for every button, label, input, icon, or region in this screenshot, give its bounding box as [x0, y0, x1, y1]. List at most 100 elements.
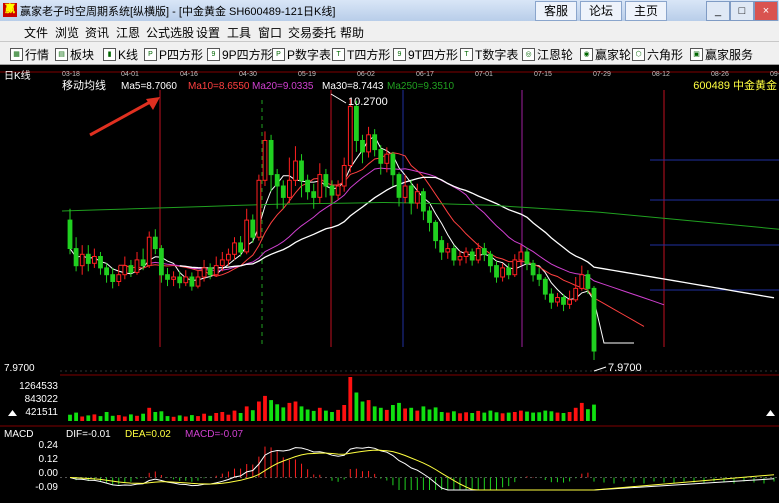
toolbar-winner-wheel[interactable]: ◉ 赢家轮: [580, 46, 631, 63]
maximize-icon[interactable]: □: [730, 1, 754, 21]
kline-chart-svg[interactable]: 03-18 04-01 04-16 04-30 05-19 06-02 06-17 07-01…: [0, 65, 779, 500]
toolbar-service[interactable]: ▣ 赢家服务: [690, 46, 753, 63]
candle-body: [85, 253, 91, 264]
candle-body: [469, 251, 475, 261]
date-label: 03-18: [62, 71, 80, 78]
9p-square-icon: 9: [207, 48, 220, 61]
menu-news[interactable]: 资讯: [85, 24, 109, 41]
volume-bar: [452, 411, 456, 421]
volume-bar: [202, 413, 206, 421]
volume-bar: [439, 412, 444, 421]
macd-axis-label: 0.24: [39, 440, 59, 451]
toolbar-t-square[interactable]: T T四方形: [332, 46, 390, 63]
volume-bar: [330, 412, 334, 421]
menu-browse[interactable]: 浏览: [55, 24, 79, 41]
candle-body: [323, 174, 329, 187]
candle-body: [146, 236, 152, 267]
date-label: 06-17: [416, 71, 434, 78]
toolbar-p-table[interactable]: P P数字表: [272, 46, 331, 63]
volume-bar: [427, 409, 432, 421]
candle-body: [372, 134, 378, 151]
toolbar-hexagon[interactable]: ⬡ 六角形: [632, 46, 683, 63]
volume-bar: [299, 406, 304, 421]
candle-body: [530, 262, 536, 276]
volume-bar: [226, 414, 231, 421]
macd-axis-label: 0.12: [39, 454, 59, 465]
volume-bar: [135, 415, 139, 421]
menu-gann[interactable]: 江恩: [116, 24, 140, 41]
minimize-icon[interactable]: _: [706, 1, 730, 21]
toolbar-p-square[interactable]: P P四方形: [144, 46, 203, 63]
candle-body: [183, 276, 189, 284]
volume-bar: [525, 411, 529, 421]
volume-bar: [391, 405, 395, 421]
volume-bar: [153, 412, 158, 421]
volume-bar: [561, 413, 566, 421]
toolbar-9t-square[interactable]: 9 9T四方形: [393, 46, 458, 63]
toolbar-gann-wheel[interactable]: ◎ 江恩轮: [522, 46, 573, 63]
volume-axis-label: 1264533: [19, 381, 58, 392]
volume-bar: [305, 409, 310, 421]
candle-body: [140, 259, 146, 267]
winner-wheel-icon: ◉: [580, 48, 593, 61]
candle-body: [305, 179, 311, 193]
candle-body: [384, 153, 390, 164]
volume-bar: [476, 410, 481, 421]
menu-formula-screen[interactable]: 公式选股: [146, 24, 194, 41]
volume-bar: [366, 400, 371, 421]
toolbar-sectors[interactable]: ▤ 板块: [55, 46, 94, 63]
volume-bar: [80, 416, 85, 421]
volume-bar: [116, 415, 121, 421]
candle-body: [195, 276, 201, 287]
menu-window[interactable]: 窗口: [258, 24, 282, 41]
menu-help[interactable]: 帮助: [340, 24, 364, 41]
candle-body: [110, 274, 116, 282]
toolbar-kline[interactable]: ▮ K线: [103, 46, 138, 63]
candle-body: [463, 251, 469, 257]
volume-bar: [110, 415, 115, 421]
toolbar-t-table[interactable]: T T数字表: [460, 46, 518, 63]
candle-body: [73, 248, 79, 267]
volume-bar: [421, 406, 426, 421]
ma-legend-item: Ma250=9.3510: [387, 81, 454, 92]
candle-body: [536, 274, 542, 280]
volume-bar: [232, 410, 237, 421]
volume-bar: [250, 410, 255, 421]
candle-body: [555, 297, 560, 303]
forum-button[interactable]: 论坛: [580, 1, 622, 21]
menu-tools[interactable]: 工具: [227, 24, 251, 41]
volume-bar: [360, 401, 365, 421]
volume-bar: [244, 406, 249, 421]
high-annotation: 10.2700: [348, 96, 388, 108]
volume-bar: [409, 407, 414, 421]
volume-bar: [378, 407, 383, 421]
volume-bar: [263, 395, 267, 421]
date-label: 04-30: [239, 71, 257, 78]
candle-body: [445, 248, 451, 253]
candle-body: [347, 105, 353, 166]
candle-body: [396, 174, 402, 198]
close-icon[interactable]: ×: [754, 1, 778, 21]
candle-body: [475, 248, 481, 261]
volume-bar: [586, 409, 590, 421]
support-button[interactable]: 客服: [535, 1, 577, 21]
volume-bar: [220, 412, 225, 421]
ma-legend: Ma5=8.7060 Ma10=8.6550 Ma20=9.0335 Ma30=8.7…: [121, 81, 454, 92]
menu-settings[interactable]: 设置: [196, 24, 220, 41]
volume-bar: [86, 415, 91, 421]
homepage-button[interactable]: 主页: [625, 1, 667, 21]
candle-body: [506, 267, 512, 276]
macd-legend-item: DIF=-0.01: [66, 429, 111, 440]
volume-bar: [238, 413, 243, 421]
volume-bar: [336, 409, 340, 421]
menu-trade[interactable]: 交易委托: [288, 24, 336, 41]
t-square-icon: T: [332, 48, 345, 61]
volume-bar: [519, 410, 523, 421]
volume-bar: [354, 392, 359, 421]
menu-file[interactable]: 文件: [24, 24, 48, 41]
toolbar-quotes[interactable]: ▦ 行情: [10, 46, 49, 63]
volume-bar: [269, 400, 273, 421]
toolbar-9p-square[interactable]: 9 9P四方形: [207, 46, 273, 63]
chart-area[interactable]: 03-18 04-01 04-16 04-30 05-19 06-02 06-17 07-01…: [0, 65, 779, 500]
candle-body: [317, 174, 323, 198]
